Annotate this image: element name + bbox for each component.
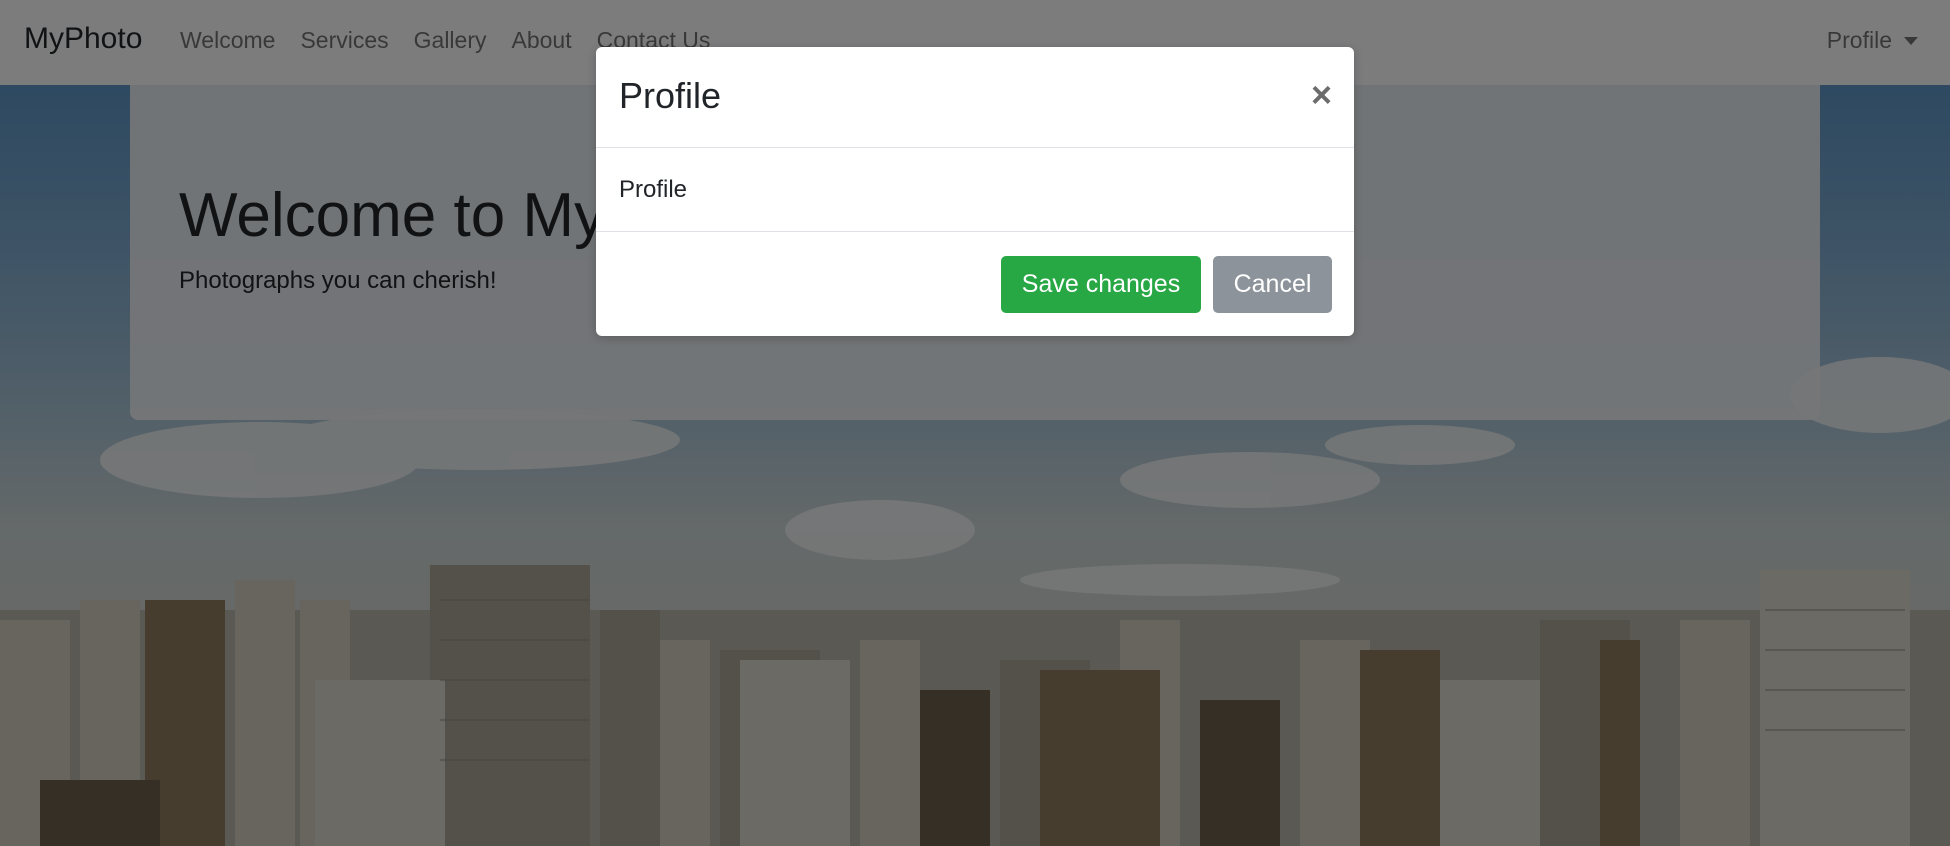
modal-body: Profile [596,148,1354,232]
save-changes-button[interactable]: Save changes [1001,256,1201,313]
profile-modal: Profile × Profile Save changes Cancel [596,47,1354,336]
modal-title: Profile [619,75,722,116]
cancel-button[interactable]: Cancel [1213,256,1332,313]
modal-body-text: Profile [619,176,688,203]
close-icon[interactable]: × [1311,77,1332,113]
modal-header: Profile × [596,47,1354,148]
page: MyPhoto Welcome Services Gallery About C… [0,0,1950,846]
